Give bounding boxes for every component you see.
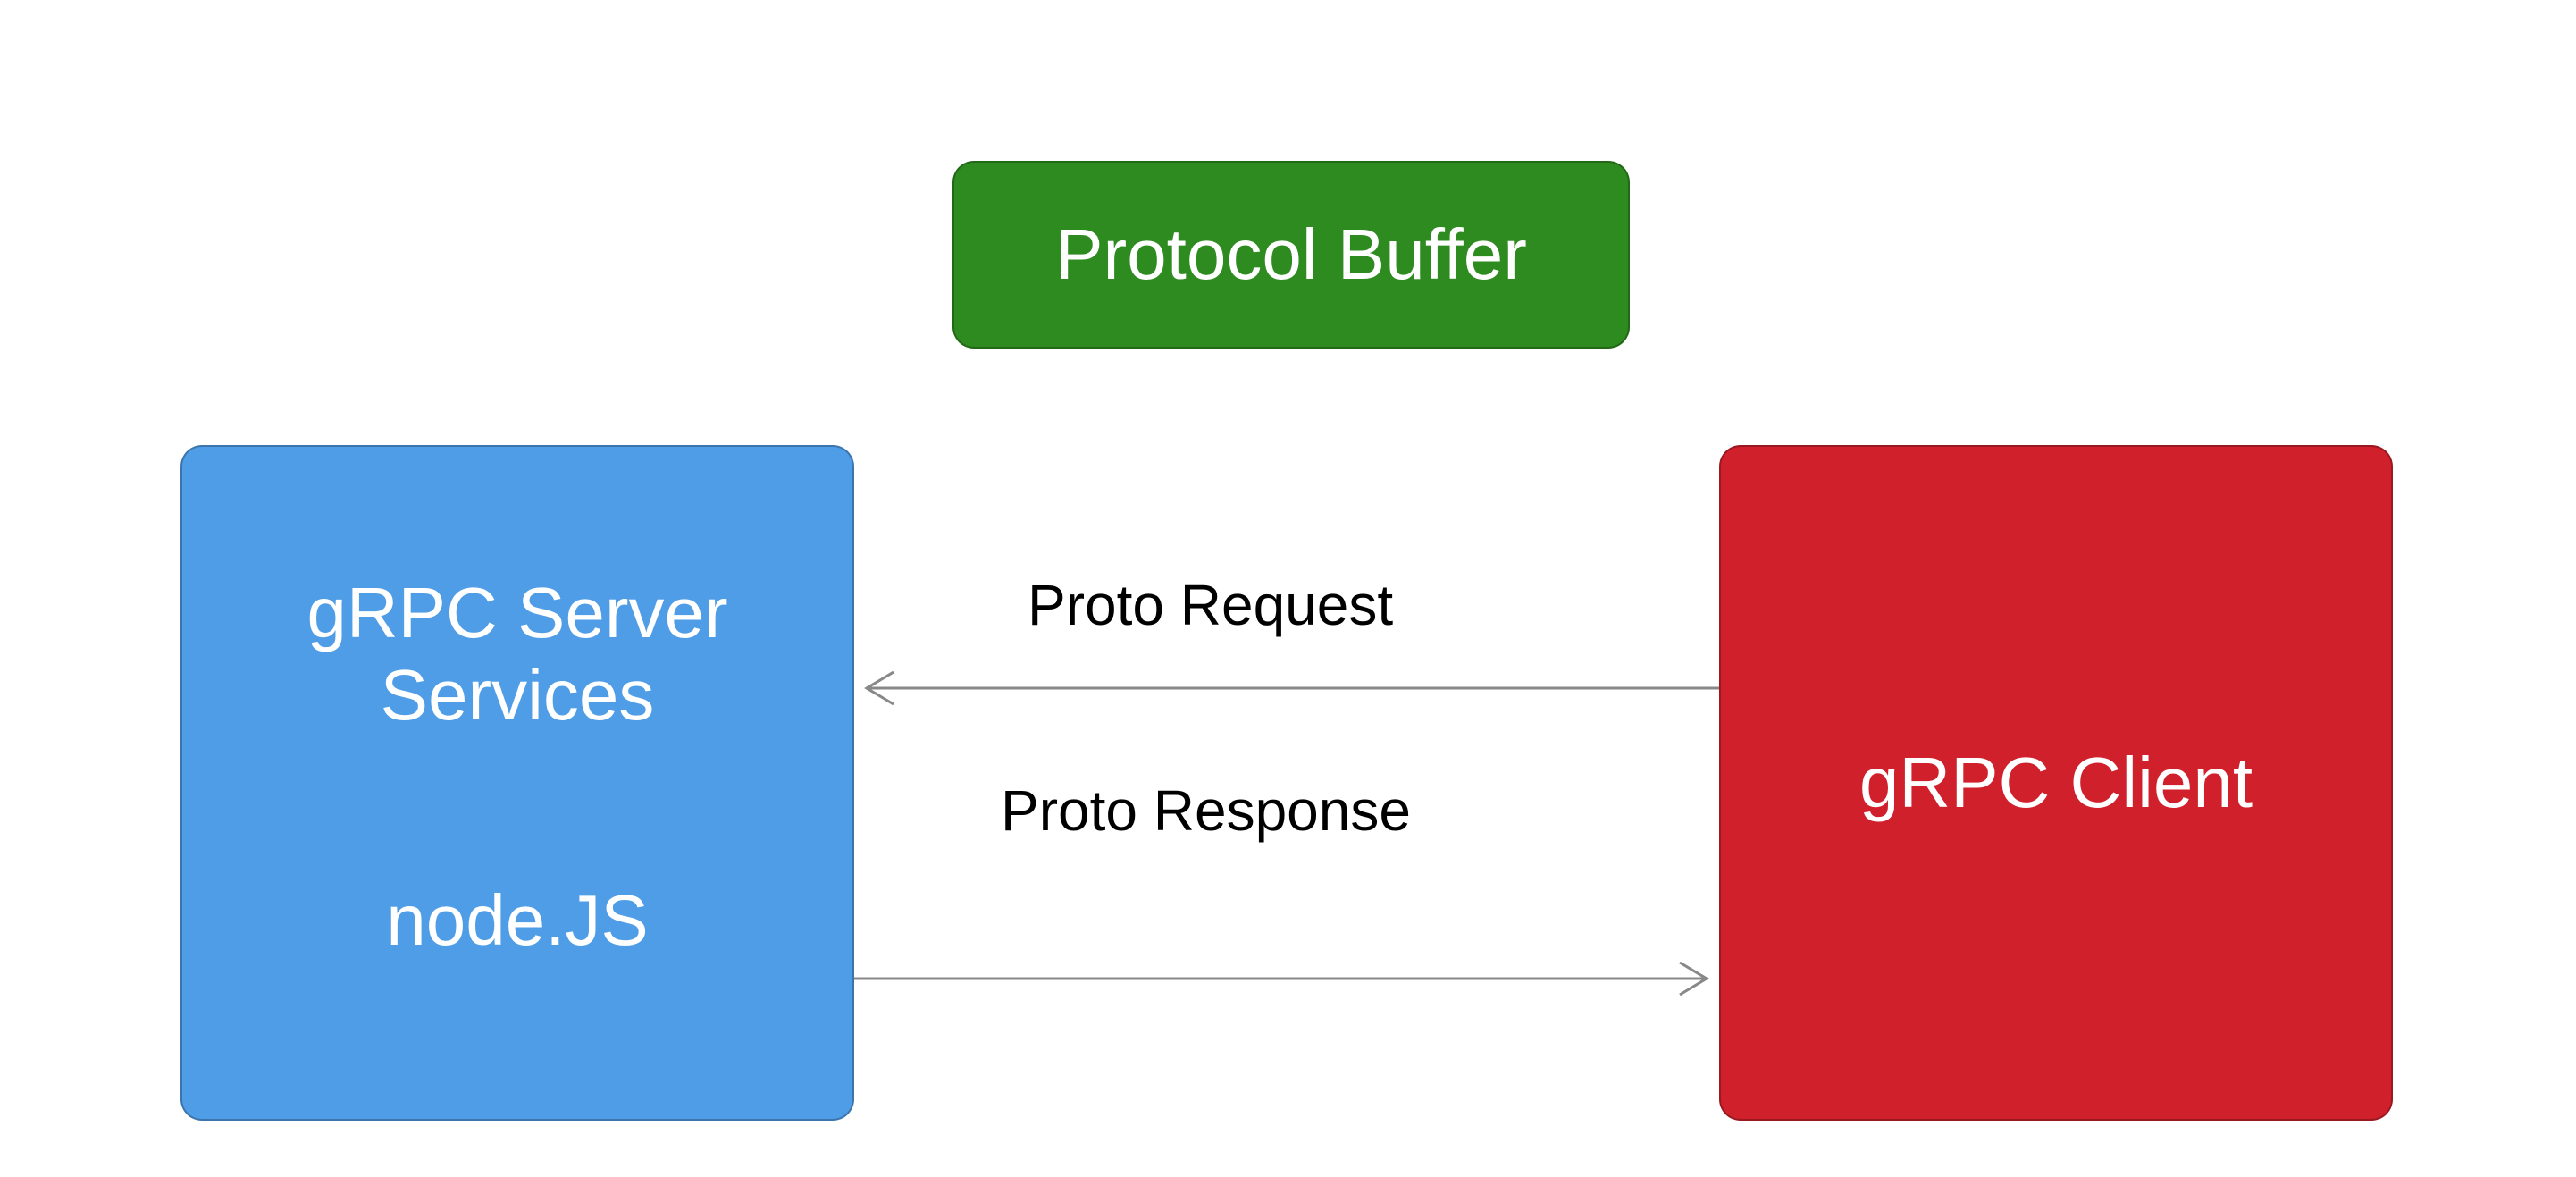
grpc-server-title: gRPC Server Services	[306, 572, 727, 736]
grpc-server-title-line2: Services	[306, 654, 727, 736]
grpc-server-box: gRPC Server Services node.JS	[180, 445, 854, 1121]
proto-response-label: Proto Response	[1001, 778, 1411, 844]
grpc-server-title-line1: gRPC Server	[306, 572, 727, 654]
grpc-server-subtitle: node.JS	[386, 879, 649, 962]
protocol-buffer-box: Protocol Buffer	[952, 161, 1630, 349]
protocol-buffer-label: Protocol Buffer	[1055, 214, 1527, 296]
proto-response-arrowhead-icon	[1680, 963, 1707, 995]
proto-request-arrowhead-icon	[867, 672, 894, 704]
grpc-client-box: gRPC Client	[1719, 445, 2393, 1121]
grpc-client-label: gRPC Client	[1859, 742, 2253, 824]
proto-request-label: Proto Request	[1028, 572, 1393, 638]
